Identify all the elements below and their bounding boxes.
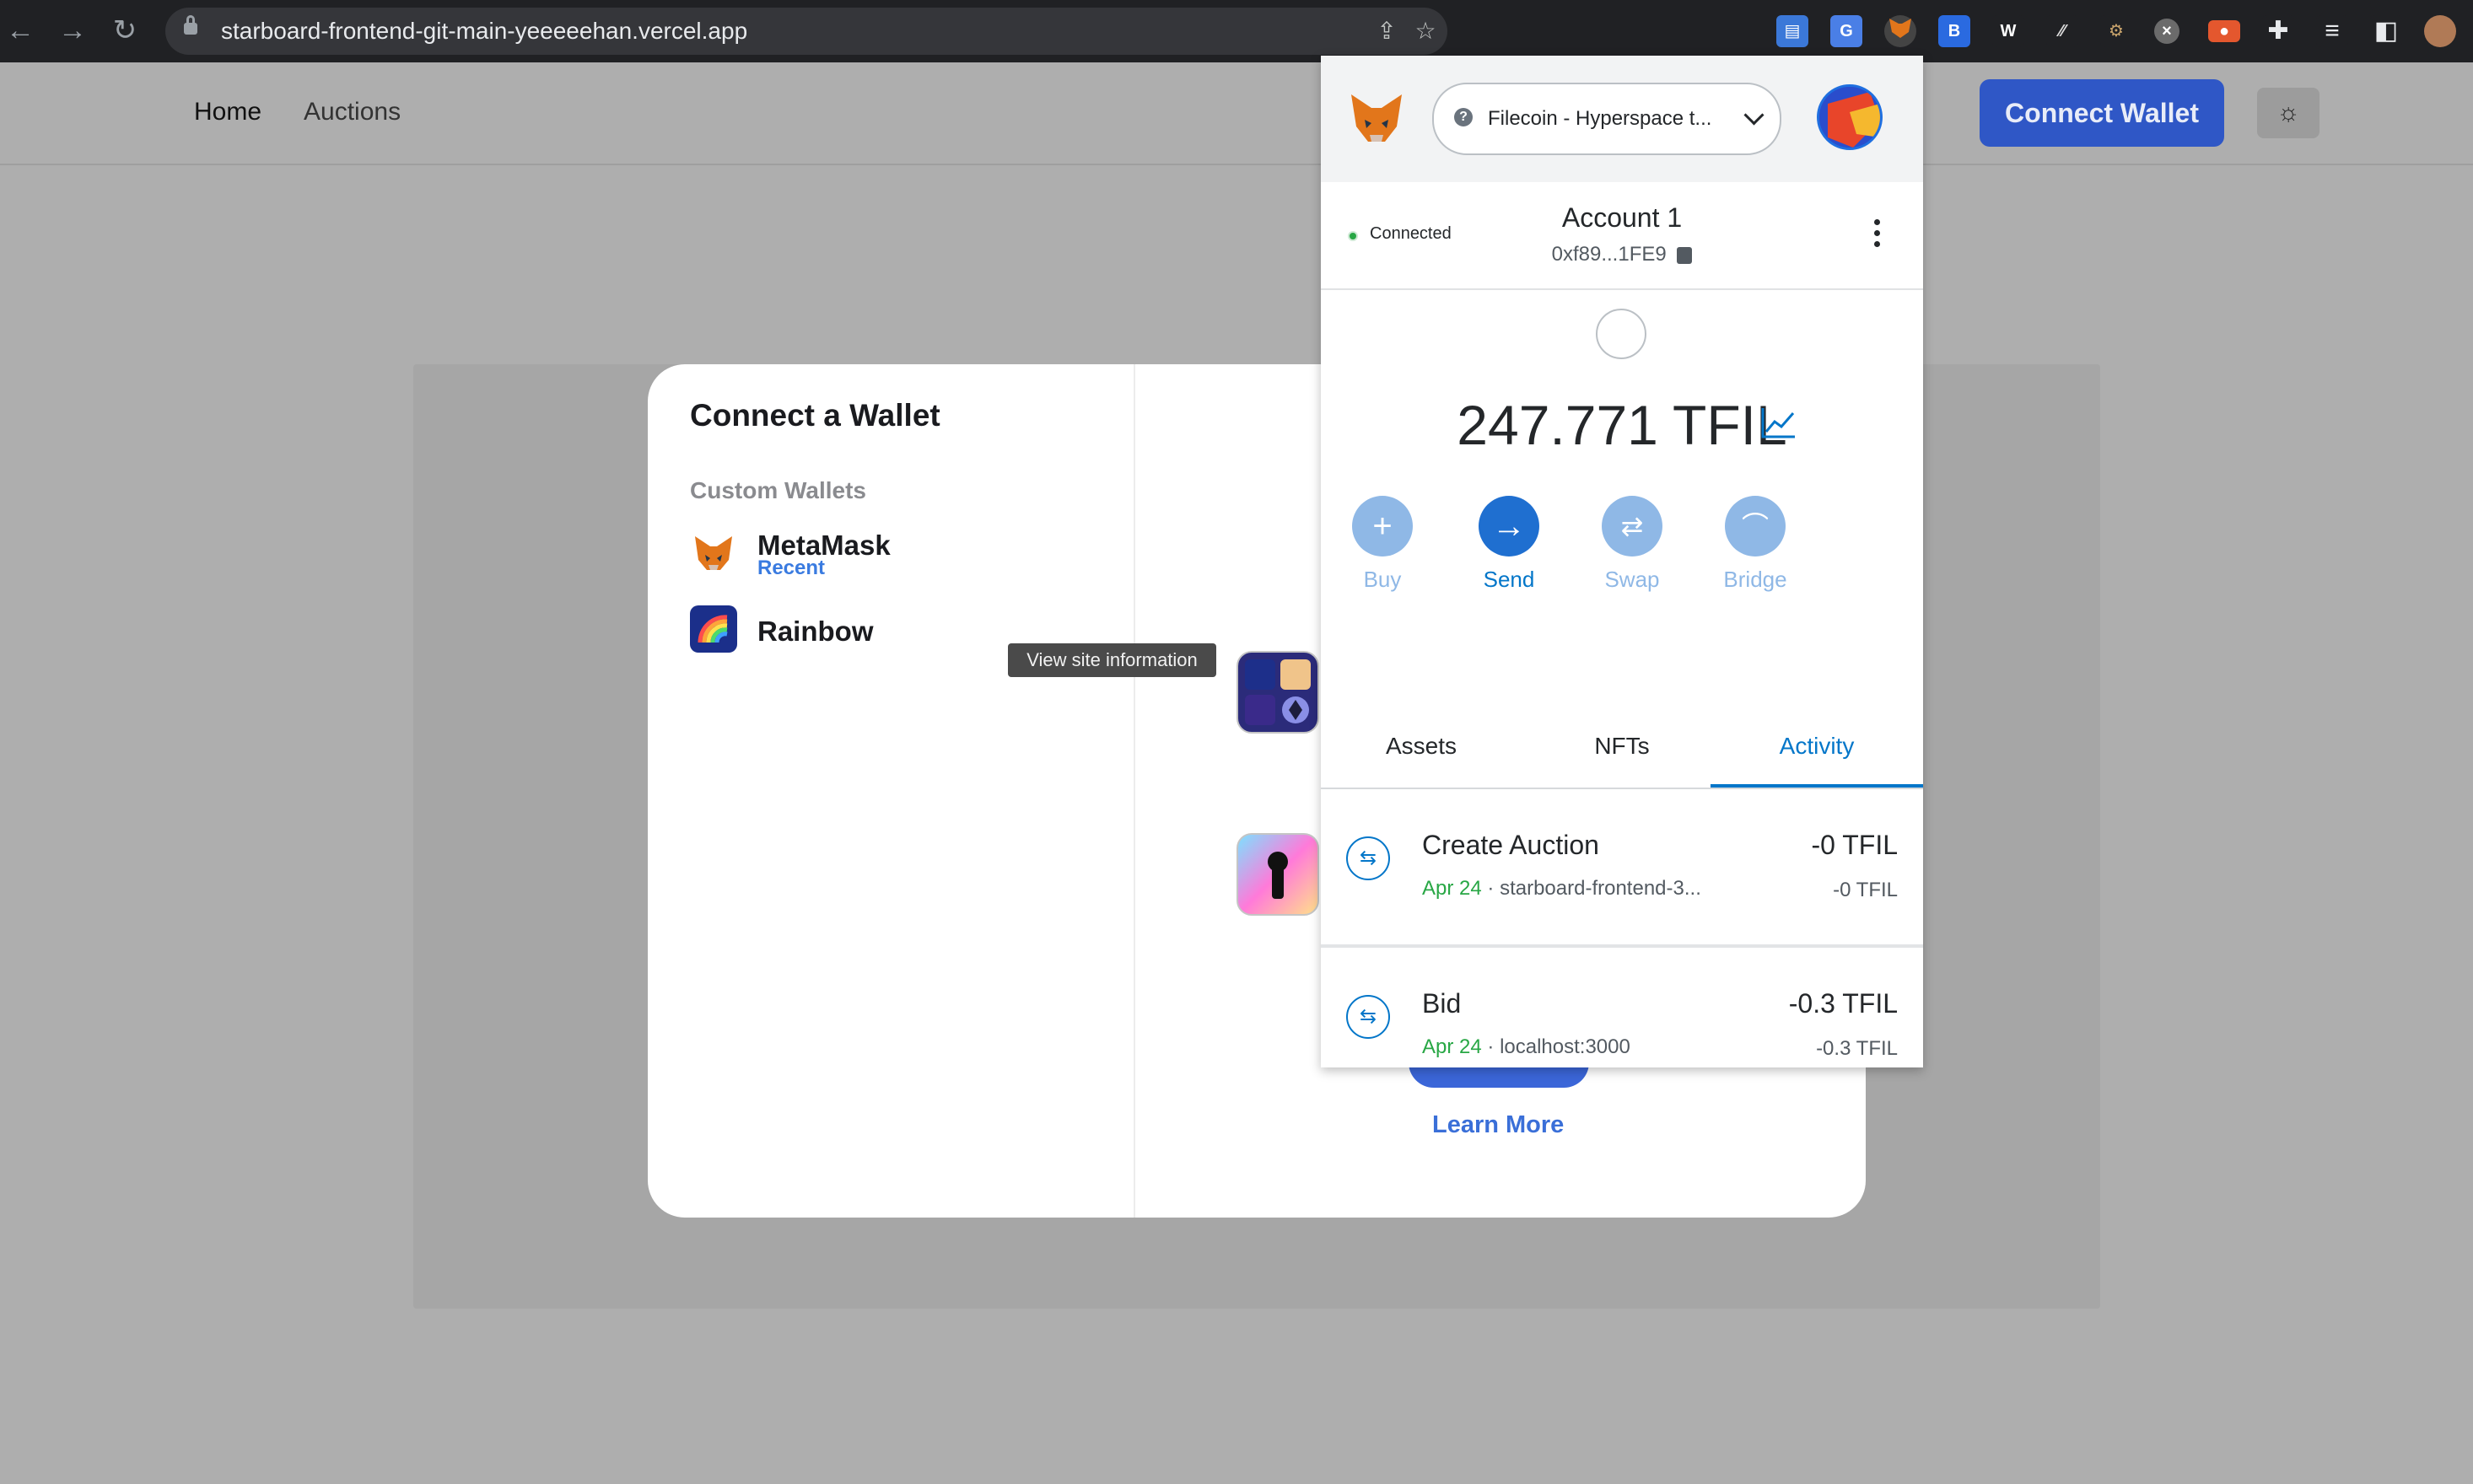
send-label: Send [1483, 567, 1535, 592]
shield-icon[interactable]: B [1938, 15, 1970, 47]
network-selector[interactable]: ? Filecoin - Hyperspace t... [1432, 83, 1781, 155]
account-options-kebab-icon[interactable] [1874, 219, 1881, 253]
rainbow-icon [690, 605, 737, 653]
keyhole-illustration-icon [1236, 833, 1319, 916]
recent-badge: Recent [757, 556, 826, 579]
swap-button[interactable]: ⇄ Swap [1590, 496, 1674, 593]
send-button[interactable]: → Send [1467, 496, 1551, 593]
share-icon[interactable]: ⇪ [1373, 18, 1400, 45]
account-name: Account 1 [1561, 202, 1683, 233]
tx-date: Apr 24 [1422, 1035, 1482, 1058]
arrow-right-icon: → [1479, 496, 1539, 556]
chevron-down-icon [1743, 105, 1765, 126]
side-panel-icon[interactable]: ◧ [2370, 15, 2402, 47]
metamask-fox-icon [690, 530, 737, 577]
tx-amount: -0.3 TFIL [1788, 988, 1898, 1019]
site-info-tooltip: View site information [1008, 643, 1216, 677]
wallet-option-rainbow[interactable]: Rainbow [690, 605, 943, 656]
extension-icon[interactable]: ▤ [1776, 15, 1808, 47]
contract-interaction-icon: ⇆ [1346, 995, 1390, 1039]
transaction-row[interactable]: ⇆ Create Auction Apr 24 · starboard-fron… [1321, 789, 1923, 948]
settings-gear-icon[interactable]: ⚙ [2100, 15, 2132, 47]
tab-activity[interactable]: Activity [1711, 705, 1923, 788]
metamask-logo-icon [1346, 89, 1407, 148]
address-bar[interactable]: starboard-frontend-git-main-yeeeeehan.ve… [165, 8, 1447, 55]
wt-icon[interactable]: W [1992, 15, 2024, 47]
custom-wallets-label: Custom Wallets [690, 477, 866, 503]
wallet-option-metamask[interactable]: MetaMask Recent [690, 530, 943, 580]
video-icon[interactable]: ● [2208, 20, 2240, 42]
close-circle-icon[interactable]: × [2154, 19, 2179, 44]
separator: · [1487, 1035, 1501, 1058]
reload-icon[interactable]: ↻ [108, 13, 142, 47]
tx-amount-secondary: -0 TFIL [1833, 879, 1898, 901]
asset-tabs: Assets NFTs Activity [1321, 705, 1923, 789]
browser-toolbar: ← → ↻ starboard-frontend-git-main-yeeeee… [0, 0, 2473, 62]
tx-origin: starboard-frontend-3... [1500, 877, 1701, 900]
metamask-popup: ? Filecoin - Hyperspace t... Connected A… [1321, 56, 1923, 1067]
nav-home[interactable]: Home [194, 98, 261, 126]
metamask-header: ? Filecoin - Hyperspace t... [1321, 56, 1923, 182]
translate-icon[interactable]: G [1830, 15, 1862, 47]
token-logo-icon [1596, 309, 1646, 359]
bridge-button[interactable]: ⌒ Bridge [1713, 496, 1797, 593]
theme-toggle-sun-icon[interactable]: ☼ [2257, 88, 2319, 138]
tab-nfts[interactable]: NFTs [1522, 705, 1722, 788]
address-text: 0xf89...1FE9 [1551, 243, 1667, 266]
question-icon: ? [1454, 108, 1473, 126]
transaction-row[interactable]: ⇆ Bid Apr 24 · localhost:3000 -0.3 TFIL … [1321, 948, 1923, 1067]
tx-title: Create Auction [1422, 830, 1599, 860]
puzzle-icon[interactable]: ✚ [2262, 15, 2294, 47]
account-avatar[interactable] [1817, 84, 1883, 150]
tx-title: Bid [1422, 988, 1462, 1019]
tx-amount: -0 TFIL [1811, 830, 1898, 860]
metamask-extension-icon[interactable] [1884, 15, 1916, 47]
analytics-icon[interactable]: ⁄⁄ [2046, 15, 2078, 47]
tx-date: Apr 24 [1422, 877, 1482, 900]
forward-icon[interactable]: → [56, 13, 89, 47]
buy-label: Buy [1363, 567, 1402, 592]
contract-interaction-icon: ⇆ [1346, 836, 1390, 880]
lock-icon[interactable] [184, 15, 197, 35]
site-header: Home Auctions Connect Wallet ☼ [0, 62, 2473, 165]
swap-label: Swap [1604, 567, 1660, 592]
swap-icon: ⇄ [1602, 496, 1662, 556]
tx-meta: Apr 24 · starboard-frontend-3... [1422, 877, 1701, 901]
plus-icon: + [1352, 496, 1413, 556]
balance-amount: 247.771 TFIL [1457, 394, 1787, 456]
url-text[interactable]: starboard-frontend-git-main-yeeeeehan.ve… [221, 8, 747, 55]
bridge-label: Bridge [1723, 567, 1787, 592]
profile-avatar[interactable] [2424, 15, 2456, 47]
tx-origin: localhost:3000 [1500, 1035, 1630, 1058]
account-address[interactable]: 0xf89...1FE9 [1321, 243, 1923, 266]
connect-wallet-button[interactable]: Connect Wallet [1980, 79, 2224, 147]
portfolio-chart-icon[interactable] [1759, 406, 1797, 444]
nav-auctions[interactable]: Auctions [304, 98, 401, 126]
separator: · [1487, 877, 1501, 900]
account-bar: Connected Account 1 0xf89...1FE9 [1321, 182, 1923, 290]
tx-amount-secondary: -0.3 TFIL [1816, 1037, 1898, 1060]
bookmark-star-icon[interactable]: ☆ [1412, 18, 1439, 45]
modal-title: Connect a Wallet [690, 398, 940, 433]
tab-assets[interactable]: Assets [1321, 705, 1522, 788]
back-icon[interactable]: ← [3, 13, 37, 47]
copy-icon[interactable] [1677, 246, 1693, 264]
network-name: Filecoin - Hyperspace t... [1488, 107, 1712, 130]
wallet-list-panel: Connect a Wallet Custom Wallets MetaMask… [648, 364, 1135, 1218]
bridge-icon: ⌒ [1725, 496, 1786, 556]
learn-more-link[interactable]: Learn More [1432, 1111, 1564, 1139]
wallet-apps-illustration-icon [1236, 651, 1319, 734]
wallet-name: Rainbow [757, 616, 874, 647]
tx-meta: Apr 24 · localhost:3000 [1422, 1035, 1630, 1059]
buy-button[interactable]: + Buy [1340, 496, 1425, 593]
reading-list-icon[interactable]: ≡ [2316, 15, 2348, 47]
